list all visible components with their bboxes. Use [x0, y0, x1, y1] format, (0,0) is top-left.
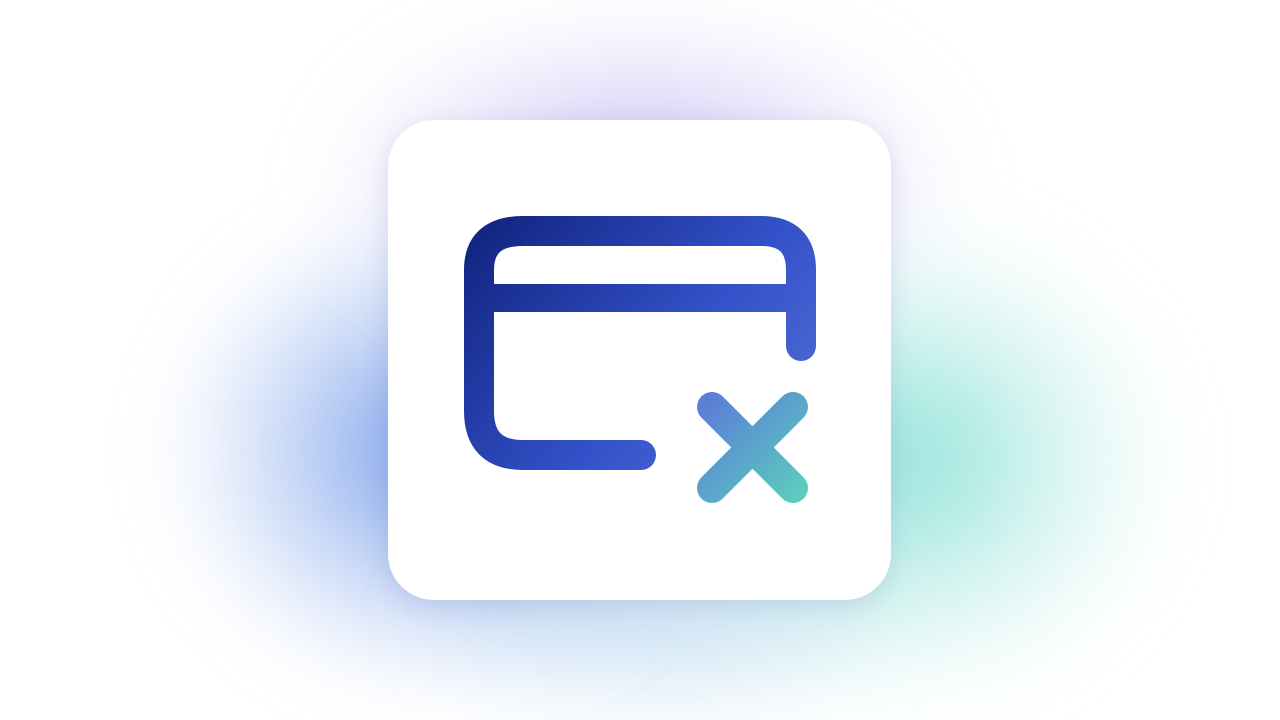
app-icon-tile [388, 120, 891, 600]
canvas [0, 0, 1280, 720]
card-outline [464, 216, 816, 470]
credit-card-x-icon [464, 216, 816, 503]
